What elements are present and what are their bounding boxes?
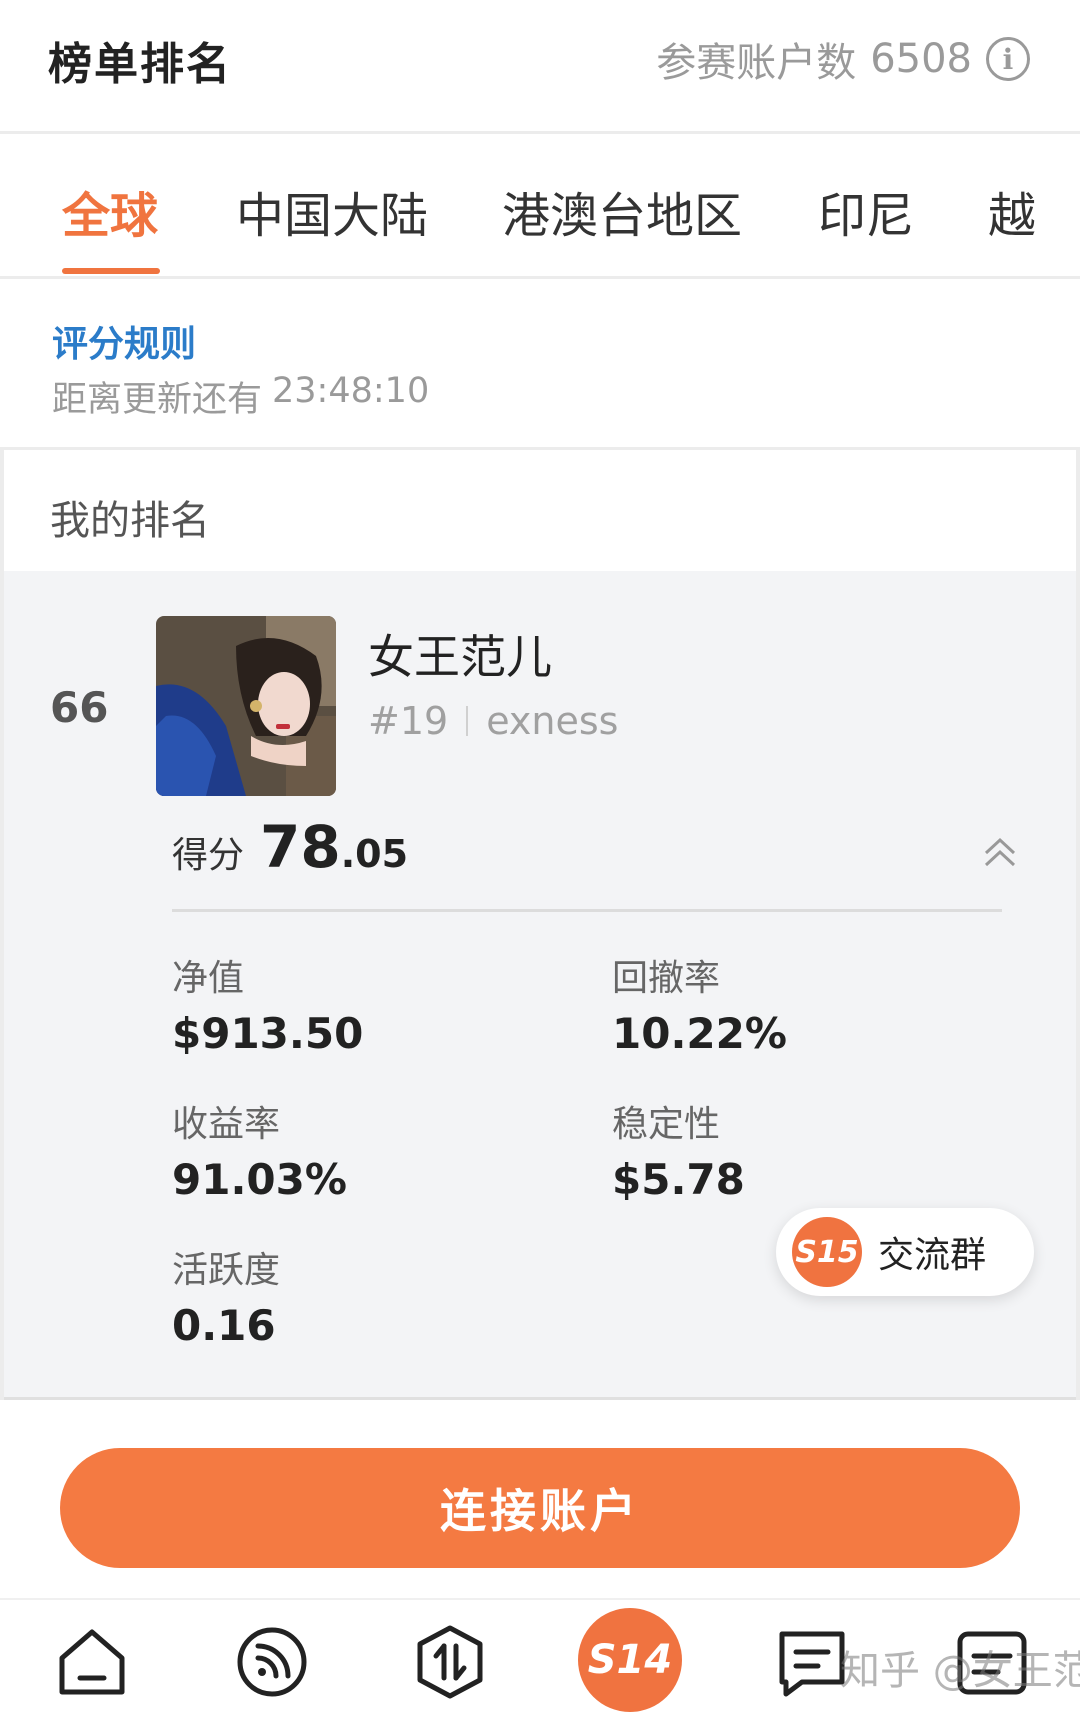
sub-rank: #19: [368, 699, 449, 743]
accounts-count-info: 参赛账户数 6508 i: [656, 30, 1030, 88]
rank-number: 66: [50, 683, 109, 732]
page-header: 榜单排名 参赛账户数 6508 i: [0, 0, 1080, 134]
watermark: 知乎 @女王范儿: [840, 1648, 1080, 1694]
stat-activity: 活跃度 0.16: [172, 1241, 280, 1350]
broker-name: exness: [486, 699, 619, 743]
active-tab-indicator: [62, 268, 160, 274]
score-integer: 78: [260, 813, 341, 881]
chat-group-button[interactable]: S15 交流群: [776, 1208, 1034, 1296]
stat-label: 活跃度: [172, 1250, 281, 1291]
countdown-label: 距离更新还有: [52, 380, 263, 420]
tab-global[interactable]: 全球: [62, 176, 158, 246]
feed-icon[interactable]: [232, 1622, 312, 1702]
stat-label: 收益率: [172, 1104, 281, 1145]
username: 女王范儿: [368, 630, 552, 684]
season-badge: S15: [792, 1217, 862, 1287]
tab-hk-macao-taiwan[interactable]: 港澳台地区: [502, 176, 742, 246]
account-subline: #19 exness: [368, 699, 618, 743]
collapse-up-icon[interactable]: [980, 833, 1020, 873]
stat-return-rate: 收益率 91.03%: [172, 1095, 347, 1204]
stat-value: 0.16: [172, 1301, 276, 1350]
home-icon[interactable]: [52, 1622, 132, 1702]
separator: [466, 706, 469, 736]
score-divider: [172, 909, 1002, 912]
trade-icon[interactable]: [410, 1622, 490, 1702]
countdown-time: 23:48:10: [272, 371, 430, 411]
stat-drawdown: 回撤率 10.22%: [612, 949, 787, 1058]
connect-account-button[interactable]: 连接账户: [60, 1448, 1020, 1568]
stat-net-value: 净值 $913.50: [172, 949, 363, 1058]
bottom-nav: S14 知乎 @女王范儿: [0, 1598, 1080, 1726]
stat-label: 回撤率: [612, 958, 721, 999]
chat-group-label: 交流群: [878, 1235, 987, 1276]
stat-label: 稳定性: [612, 1104, 721, 1145]
score-decimal: .05: [340, 832, 409, 876]
tab-vietnam[interactable]: 越: [988, 176, 1036, 246]
accounts-count-value: 6508: [870, 36, 972, 82]
score-row: 得分 78 .05: [172, 813, 408, 881]
avatar-photo: [156, 616, 336, 796]
my-ranking-title: 我的排名: [50, 498, 210, 544]
season-center-button[interactable]: S14: [578, 1608, 682, 1712]
stat-value: 91.03%: [172, 1155, 347, 1204]
page-title: 榜单排名: [48, 39, 232, 90]
region-tabs: 全球 中国大陆 港澳台地区 印尼 越: [0, 134, 1080, 279]
stat-value: $913.50: [172, 1009, 364, 1058]
stat-stability: 稳定性 $5.78: [612, 1095, 745, 1204]
info-icon[interactable]: i: [986, 37, 1030, 81]
accounts-count-label: 参赛账户数: [656, 40, 857, 86]
tab-indonesia[interactable]: 印尼: [818, 176, 914, 246]
stat-value: 10.22%: [612, 1009, 787, 1058]
stat-value: $5.78: [612, 1155, 745, 1204]
rules-section: 评分规则 距离更新还有 23:48:10: [0, 279, 1080, 450]
update-countdown: 距离更新还有 23:48:10: [52, 371, 429, 422]
tab-mainland-china[interactable]: 中国大陆: [236, 176, 428, 246]
score-label: 得分: [172, 835, 245, 876]
stat-label: 净值: [172, 958, 245, 999]
scoring-rules-link[interactable]: 评分规则: [52, 315, 196, 367]
avatar[interactable]: [156, 616, 336, 796]
